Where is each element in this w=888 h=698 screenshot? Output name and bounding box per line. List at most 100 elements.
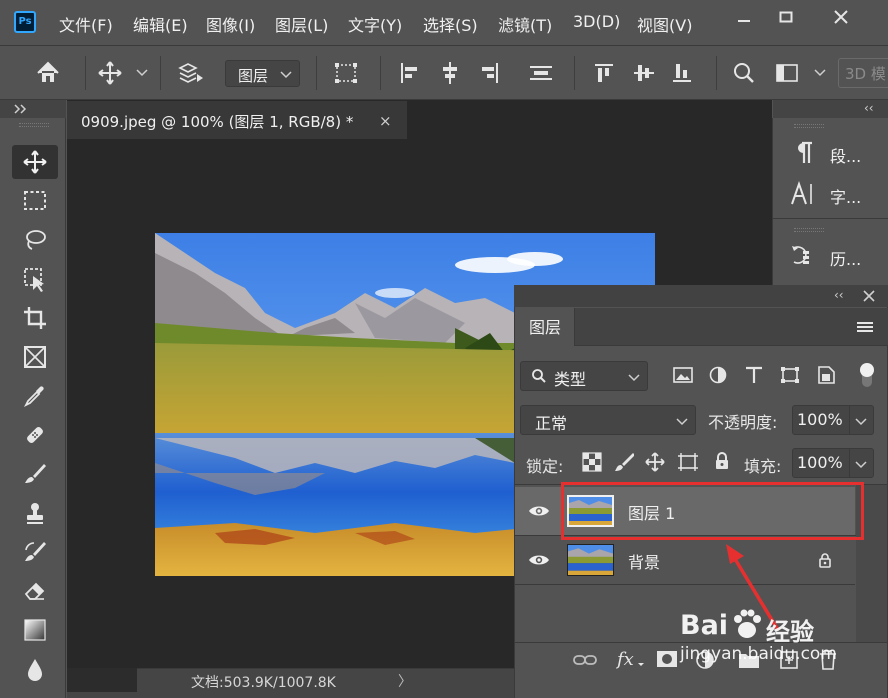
status-menu-arrow[interactable]: 〉 — [398, 671, 412, 691]
lasso-tool[interactable] — [12, 223, 58, 257]
watermark-brand-left: Bai — [680, 610, 729, 641]
dock-grip[interactable] — [794, 124, 824, 128]
filter-smart-object-button[interactable] — [815, 365, 837, 389]
frame-tool[interactable] — [12, 340, 58, 374]
lock-position-button[interactable] — [645, 452, 665, 476]
auto-select-toggle[interactable] — [176, 60, 203, 86]
chevron-down-icon[interactable] — [136, 67, 148, 82]
menu-edit[interactable]: 编辑(E) — [133, 12, 188, 36]
close-icon[interactable] — [863, 290, 875, 302]
menu-file[interactable]: 文件(F) — [59, 12, 113, 36]
photoshop-logo[interactable]: Ps — [14, 11, 36, 33]
fill-field[interactable]: 100% — [792, 448, 874, 478]
blend-mode-dropdown[interactable]: 正常 — [520, 405, 696, 435]
document-size-text: 文档:503.9K/1007.8K — [191, 675, 336, 691]
history-panel-button[interactable]: 历... — [788, 238, 868, 274]
menu-type[interactable]: 文字(Y) — [348, 12, 402, 36]
align-center-button[interactable] — [438, 60, 464, 86]
align-bottom-button[interactable] — [670, 60, 696, 86]
toolbar-header[interactable] — [0, 100, 66, 118]
document-tab-close-icon[interactable]: × — [379, 112, 392, 130]
menu-select[interactable]: 选择(S) — [423, 12, 478, 36]
healing-brush-tool[interactable] — [12, 418, 58, 452]
lock-icon — [716, 452, 728, 469]
paragraph-panel-button[interactable]: 段... — [788, 135, 868, 171]
auto-select-target-dropdown[interactable]: 图层 — [225, 60, 300, 87]
clone-stamp-tool[interactable] — [12, 496, 58, 530]
distribute-icon — [530, 66, 552, 80]
3d-mode-label: 3D 模 — [845, 65, 886, 83]
hamburger-menu-icon — [857, 322, 873, 332]
distribute-button[interactable] — [528, 60, 554, 86]
history-brush-icon — [25, 542, 46, 561]
move-tool-preset[interactable] — [97, 60, 123, 86]
lock-transparent-pixels-button[interactable] — [582, 452, 602, 476]
show-transform-controls[interactable] — [333, 60, 359, 86]
opacity-field[interactable]: 100% — [792, 405, 874, 435]
link-layers-button[interactable] — [573, 652, 597, 672]
move-tool[interactable] — [12, 145, 58, 179]
lock-all-button[interactable] — [712, 451, 732, 475]
eye-icon[interactable] — [528, 552, 550, 568]
history-brush-tool[interactable] — [12, 535, 58, 569]
align-top-button[interactable] — [592, 60, 618, 86]
eraser-icon — [24, 582, 45, 600]
lock-artboard-button[interactable] — [677, 452, 699, 476]
brush-tool[interactable] — [12, 457, 58, 491]
layer-style-button[interactable]: fx — [615, 647, 646, 675]
eyedropper-tool[interactable] — [12, 379, 58, 413]
layers-panel-header[interactable]: ‹‹ — [514, 285, 888, 307]
panel-menu-button[interactable] — [857, 320, 873, 338]
bandage-icon — [27, 427, 43, 443]
home-button[interactable] — [35, 60, 61, 86]
search-button[interactable] — [731, 60, 757, 86]
chevron-down-icon — [628, 374, 640, 382]
menu-view[interactable]: 视图(V) — [637, 12, 692, 36]
layer-row-background[interactable]: 背景 — [515, 536, 855, 584]
filter-adjustment-button[interactable] — [707, 365, 729, 389]
menu-3d[interactable]: 3D(D) — [573, 12, 620, 31]
document-tab-title: 0909.jpeg @ 100% (图层 1, RGB/8) * — [81, 113, 354, 131]
collapse-panel-icon[interactable]: ‹‹ — [834, 288, 844, 302]
character-icon — [791, 181, 812, 205]
filter-pixel-button[interactable] — [672, 365, 694, 389]
maximize-button[interactable] — [770, 6, 802, 28]
transform-controls-icon — [335, 63, 357, 83]
close-window-button[interactable] — [825, 6, 857, 28]
collapse-dock-icon[interactable]: ‹‹ — [864, 101, 874, 115]
chevron-down-icon[interactable] — [814, 67, 826, 82]
align-right-button[interactable] — [477, 60, 503, 86]
workspace-button[interactable] — [774, 60, 800, 86]
crop-tool[interactable] — [12, 301, 58, 335]
move-icon — [645, 452, 665, 472]
filter-kind-dropdown[interactable]: 类型 — [520, 361, 648, 391]
filter-toggle-switch[interactable] — [860, 361, 874, 389]
align-middle-button[interactable] — [632, 60, 658, 86]
menu-filter[interactable]: 滤镜(T) — [498, 12, 552, 36]
add-mask-button[interactable] — [656, 649, 678, 673]
filter-type-button[interactable] — [743, 365, 765, 389]
dock-grip[interactable] — [794, 228, 824, 232]
toolbar-grip[interactable] — [19, 123, 49, 127]
lock-image-pixels-button[interactable] — [614, 452, 635, 476]
filter-shape-button[interactable] — [779, 365, 801, 389]
eraser-tool[interactable] — [12, 574, 58, 608]
stamp-icon — [27, 503, 43, 524]
search-icon — [532, 369, 546, 383]
3d-mode-button[interactable]: 3D 模 — [838, 58, 888, 88]
paragraph-panel-label: 段... — [830, 147, 862, 166]
object-selection-icon — [24, 268, 44, 292]
rectangular-marquee-icon — [24, 191, 46, 210]
character-panel-button[interactable]: 字... — [788, 176, 868, 212]
marquee-tool[interactable] — [12, 184, 58, 218]
brush-icon — [25, 464, 46, 483]
blur-tool[interactable] — [12, 652, 58, 686]
zoom-level-field[interactable] — [67, 668, 137, 692]
eye-icon[interactable] — [528, 503, 550, 519]
minimize-button[interactable] — [728, 6, 760, 28]
menu-image[interactable]: 图像(I) — [206, 12, 255, 36]
align-left-button[interactable] — [398, 60, 424, 86]
object-selection-tool[interactable] — [12, 262, 58, 296]
gradient-tool[interactable] — [12, 613, 58, 647]
menu-layer[interactable]: 图层(L) — [275, 12, 328, 36]
